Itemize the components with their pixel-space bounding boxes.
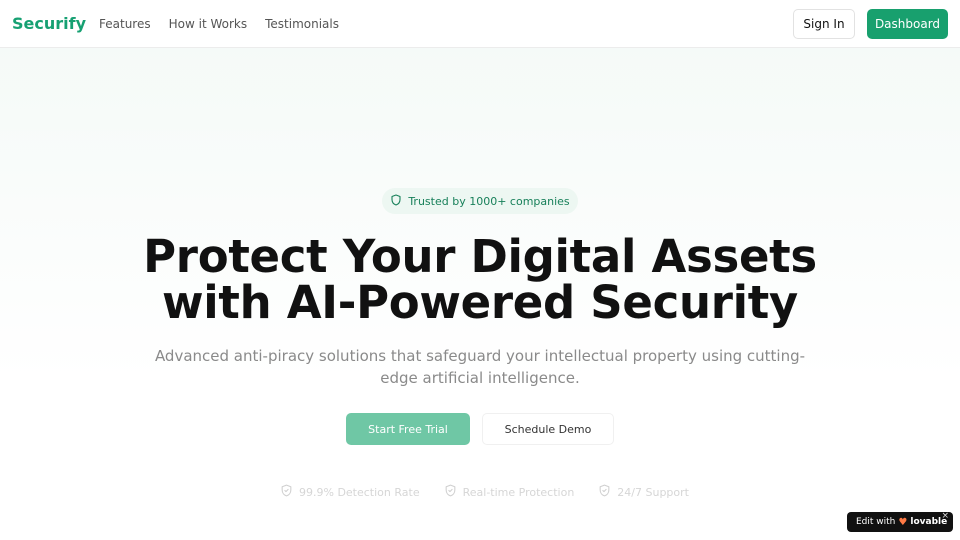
- feature-label: 24/7 Support: [617, 485, 689, 499]
- edit-with-text: Edit with: [856, 517, 896, 527]
- shield-check-icon: [444, 484, 457, 500]
- close-icon[interactable]: ×: [941, 511, 949, 521]
- shield-check-icon: [280, 484, 293, 500]
- nav-link-how-it-works[interactable]: How it Works: [169, 17, 248, 31]
- feature-label: 99.9% Detection Rate: [299, 485, 420, 499]
- trust-badge: Trusted by 1000+ companies: [382, 188, 578, 214]
- shield-check-icon: [598, 484, 611, 500]
- nav-link-features[interactable]: Features: [99, 17, 151, 31]
- start-free-trial-button[interactable]: Start Free Trial: [346, 413, 470, 445]
- hero-title-line-2: with AI-Powered Security: [162, 276, 798, 329]
- edit-with-lovable-badge[interactable]: Edit with ♥ lovable ×: [847, 511, 953, 532]
- feature-highlights: 99.9% Detection Rate Real-time Protectio…: [280, 484, 689, 500]
- dashboard-button[interactable]: Dashboard: [867, 9, 948, 39]
- hero-title: Protect Your Digital Assets with AI-Powe…: [0, 234, 960, 326]
- sign-in-button[interactable]: Sign In: [793, 9, 855, 39]
- logo[interactable]: Securify: [12, 14, 86, 33]
- top-navbar: Securify Features How it Works Testimoni…: [0, 0, 960, 48]
- feature-detection-rate: 99.9% Detection Rate: [280, 484, 420, 500]
- hero-subtitle: Advanced anti-piracy solutions that safe…: [150, 345, 810, 389]
- hero-subtitle-line-2: edge artificial intelligence.: [380, 369, 580, 387]
- shield-icon: [390, 193, 402, 209]
- heart-icon: ♥: [898, 516, 908, 528]
- hero-title-line-1: Protect Your Digital Assets: [143, 230, 817, 283]
- schedule-demo-button[interactable]: Schedule Demo: [482, 413, 614, 445]
- feature-realtime-protection: Real-time Protection: [444, 484, 575, 500]
- feature-label: Real-time Protection: [462, 485, 575, 499]
- hero-subtitle-line-1: Advanced anti-piracy solutions that safe…: [154, 347, 806, 365]
- nav-links: Features How it Works Testimonials: [99, 17, 339, 31]
- trust-badge-text: Trusted by 1000+ companies: [408, 194, 570, 208]
- feature-support: 24/7 Support: [598, 484, 689, 500]
- nav-link-testimonials[interactable]: Testimonials: [265, 17, 339, 31]
